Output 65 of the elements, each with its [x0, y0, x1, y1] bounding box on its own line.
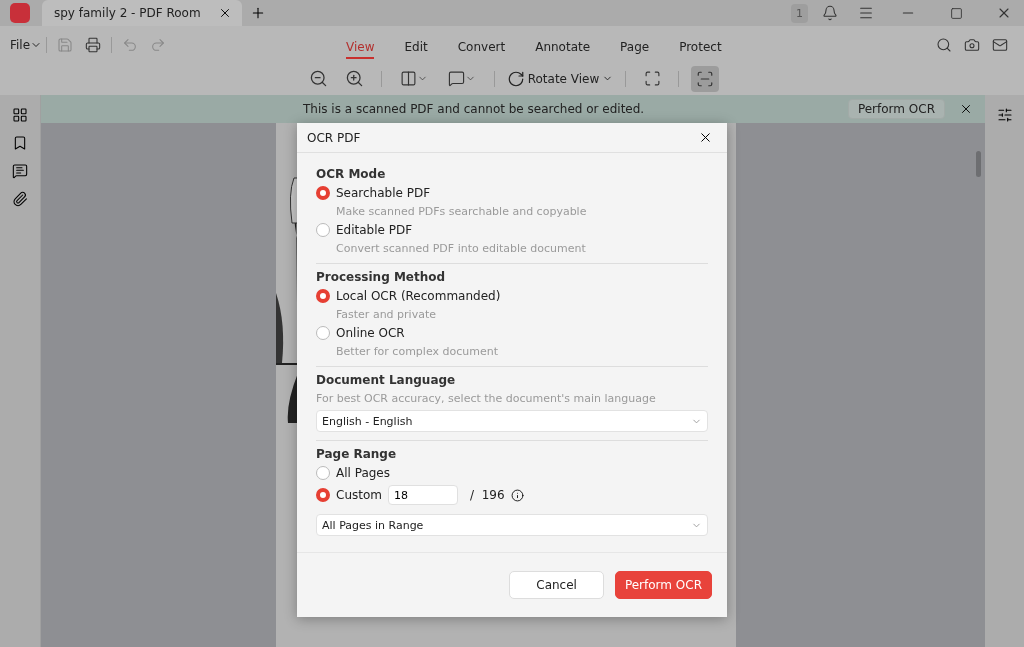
radio-button[interactable]: [316, 326, 330, 340]
menu-icon[interactable]: [858, 5, 874, 21]
comment-icon[interactable]: [12, 163, 28, 179]
add-tab-icon[interactable]: [250, 5, 266, 21]
bell-icon[interactable]: [822, 5, 838, 21]
option-description: Better for complex document: [336, 345, 499, 358]
count-badge: 1: [791, 3, 808, 23]
close-icon[interactable]: [698, 130, 713, 145]
bookmark-icon[interactable]: [12, 135, 28, 151]
ribbon-tab[interactable]: Page: [620, 40, 650, 59]
radio-button[interactable]: [316, 289, 330, 303]
fullscreen-icon[interactable]: [643, 70, 661, 88]
perform-ocr-button[interactable]: Perform OCR: [847, 99, 945, 119]
document-tab[interactable]: spy family 2 - PDF Room: [42, 0, 242, 26]
info-icon[interactable]: [510, 488, 524, 502]
banner-text: This is a scanned PDF and cannot be searched or edited.: [303, 102, 645, 116]
rotate-icon: [506, 69, 525, 88]
option-description: Make scanned PDFs searchable and copyable: [336, 205, 588, 218]
radio-button[interactable]: [316, 466, 330, 480]
close-icon[interactable]: [959, 102, 973, 116]
search-icon[interactable]: [936, 37, 952, 54]
mail-icon[interactable]: [992, 37, 1008, 54]
ribbon-tab[interactable]: Convert: [457, 40, 506, 59]
option-label: Online OCR: [336, 326, 405, 340]
close-icon[interactable]: [218, 6, 232, 20]
print-icon[interactable]: [85, 37, 102, 54]
option-description: Convert scanned PDF into editable document: [336, 242, 587, 255]
page-fit-icon[interactable]: [399, 70, 417, 88]
scan-button[interactable]: [691, 65, 720, 92]
section-heading: OCR Mode: [316, 167, 387, 181]
option-label: Custom: [336, 488, 382, 502]
camera-icon[interactable]: [964, 37, 980, 54]
rotate-view-button[interactable]: Rotate View: [506, 69, 614, 88]
dialog-title: OCR PDF: [307, 130, 361, 145]
option-description: Faster and private: [336, 308, 437, 321]
hint-text: For best OCR accuracy, select the document's main language: [316, 392, 657, 405]
scrollbar-thumb[interactable]: [976, 151, 981, 177]
section-heading: Document Language: [316, 373, 457, 387]
ribbon-tab[interactable]: Protect: [679, 40, 722, 59]
app-logo: [10, 3, 30, 23]
thumbnails-icon[interactable]: [12, 107, 28, 123]
section-heading: Page Range: [316, 447, 398, 461]
perform-ocr-button[interactable]: Perform OCR: [614, 571, 712, 599]
option-label: Local OCR (Recommanded): [336, 289, 501, 303]
file-menu[interactable]: File: [10, 38, 31, 53]
cancel-button[interactable]: Cancel: [509, 571, 604, 599]
range-subset-select[interactable]: All Pages in Range: [316, 514, 708, 536]
radio-button[interactable]: [316, 488, 330, 502]
scan-icon: [696, 69, 715, 88]
option-label: All Pages: [336, 466, 390, 480]
option-label: Editable PDF: [336, 223, 413, 237]
section-heading: Processing Method: [316, 270, 447, 284]
radio-button[interactable]: [316, 186, 330, 200]
page-layout-icon[interactable]: [447, 70, 465, 88]
page-range-field[interactable]: 18: [388, 485, 458, 505]
option-label: Searchable PDF: [336, 186, 431, 200]
paperclip-icon[interactable]: [12, 191, 28, 207]
zoom-in-icon[interactable]: [345, 69, 365, 89]
maximize-icon[interactable]: [949, 6, 963, 20]
ribbon-tab[interactable]: Annotate: [535, 40, 591, 59]
radio-button[interactable]: [316, 223, 330, 237]
zoom-out-icon[interactable]: [309, 69, 329, 89]
page-total: / 196: [470, 488, 505, 502]
language-select[interactable]: English - English: [316, 410, 708, 432]
ribbon-tab[interactable]: Edit: [404, 40, 428, 59]
